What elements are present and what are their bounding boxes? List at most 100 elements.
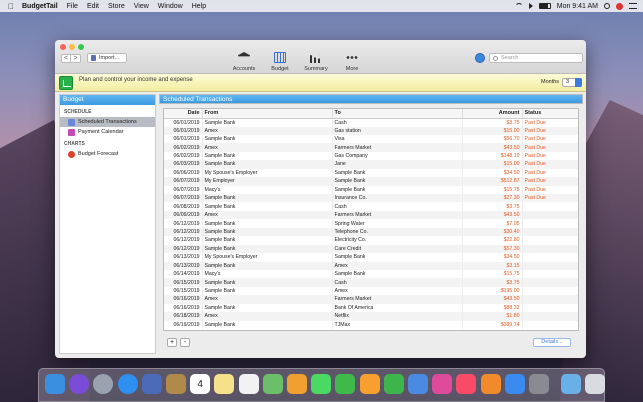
table-row[interactable]: 06/09/2019 Amex Farmers Market $43.50 (164, 210, 578, 220)
numbers-icon[interactable] (383, 374, 404, 394)
cell-from: Sample Bank (202, 244, 333, 254)
table-row[interactable]: 06/08/2019 Sample Bank Cash $3.75 (164, 202, 578, 211)
notebook-icon[interactable] (166, 374, 186, 394)
cell-date: 06/01/2019 (164, 134, 203, 144)
forward-button[interactable]: > (71, 54, 81, 63)
system-preferences-icon[interactable] (529, 374, 549, 394)
column-header-date[interactable]: Date (164, 109, 203, 119)
minimize-window-button[interactable] (69, 44, 75, 50)
table-actions: + - Details... (163, 336, 579, 350)
cell-to: Spring Water (332, 219, 463, 228)
siri-icon[interactable] (69, 374, 90, 394)
table-row[interactable]: 06/12/2019 Sample Bank Care Credit $57.30 (164, 244, 578, 254)
downloads-folder-icon[interactable] (561, 374, 582, 394)
column-header-from[interactable]: From (202, 109, 333, 119)
apple-menu-icon[interactable]:  (0, 2, 22, 11)
trash-icon[interactable] (585, 374, 606, 394)
details-button[interactable]: Details... (533, 338, 571, 347)
table-row[interactable]: 06/13/2019 Sample Bank Amex $3.15 (164, 261, 578, 270)
user-icon[interactable] (616, 2, 623, 10)
launchpad-icon[interactable] (93, 374, 114, 394)
table-row[interactable]: 06/13/2019 My Spouse's Employer Sample Ban… (164, 253, 578, 262)
cell-status: Past Due (522, 185, 578, 194)
maps-icon[interactable] (262, 374, 283, 394)
menu-window[interactable]: Window (158, 3, 183, 10)
photos-icon[interactable] (287, 374, 307, 394)
books-icon[interactable] (480, 374, 501, 394)
notes-icon[interactable] (214, 374, 235, 394)
zoom-window-button[interactable] (78, 44, 84, 50)
cell-from: My Spouse's Employer (202, 168, 333, 178)
toolbar-accounts[interactable]: Accounts (233, 52, 255, 72)
menu-app-name[interactable]: BudgetTail (22, 3, 58, 10)
calendar-icon[interactable]: 4 (190, 374, 211, 394)
pie-chart-icon (68, 150, 75, 158)
app-store-icon[interactable] (504, 374, 525, 394)
toolbar-summary[interactable]: Summary (304, 52, 328, 72)
cell-status (522, 312, 578, 321)
table-row[interactable]: 06/07/2019 Macy's Sample Bank $15.75 Past Du… (164, 185, 578, 194)
cell-from: Sample Bank (202, 286, 333, 296)
table-row[interactable]: 06/06/2019 My Spouse's Employer Sample Ban… (164, 168, 578, 178)
pages-icon[interactable] (359, 374, 380, 394)
toolbar-budget[interactable]: Budget (269, 52, 291, 72)
menu-store[interactable]: Store (108, 3, 125, 10)
sidebar-item-budget-forecast[interactable]: Budget Forecast (60, 149, 155, 159)
table-row[interactable]: 06/02/2019 Amex Farmers Market $43.50 Past D… (164, 143, 578, 152)
table-row[interactable]: 06/12/2019 Sample Bank Spring Water $7.05 (164, 219, 578, 228)
photo-slideshow-icon[interactable] (141, 374, 162, 394)
finder-icon[interactable] (45, 374, 65, 394)
wifi-icon[interactable] (514, 3, 523, 9)
sidebar-item-payment-calendar[interactable]: Payment Calendar (60, 127, 155, 137)
notification-center-icon[interactable] (629, 3, 637, 9)
table-row[interactable]: 06/12/2019 Sample Bank Telephone Co. $30.40 (164, 227, 578, 237)
sidebar-item-scheduled-transactions[interactable]: Scheduled Transactions (60, 117, 155, 127)
close-window-button[interactable] (60, 44, 66, 50)
menu-clock[interactable]: Mon 9:41 AM (557, 3, 598, 10)
table-row[interactable]: 06/15/2019 Sample Bank Amex $195.00 (164, 286, 578, 296)
table-row[interactable]: 06/01/2019 Sample Bank Visa $56.70 Past Due (164, 134, 578, 144)
table-row[interactable]: 06/07/2019 Sample Bank Insurance Co. $27.30… (164, 194, 578, 203)
column-header-amount[interactable]: Amount (462, 109, 523, 119)
facetime-icon[interactable] (335, 374, 356, 394)
column-header-status[interactable]: Status (522, 109, 578, 119)
import-button[interactable]: Import... (87, 53, 127, 63)
table-row[interactable]: 06/15/2019 Sample Bank Cash $3.75 (164, 278, 578, 287)
cell-status (522, 269, 578, 279)
search-input[interactable]: Search (489, 53, 583, 63)
table-row[interactable]: 06/16/2019 Amex Farmers Market $43.50 (164, 295, 578, 304)
add-button[interactable]: + (167, 338, 177, 347)
table-row[interactable]: 06/16/2019 Sample Bank Bank Of America $88.… (164, 303, 578, 313)
cell-from: Amex (202, 210, 333, 220)
column-header-to[interactable]: To (332, 109, 463, 119)
table-row[interactable]: 06/01/2019 Amex Gas station $15.00 Past Due (164, 126, 578, 135)
table-row[interactable]: 06/14/2019 Macy's Sample Bank $15.75 (164, 269, 578, 279)
table-row[interactable]: 06/01/2019 Sample Bank Cash $3.75 Past Due (164, 118, 578, 127)
safari-icon[interactable] (117, 374, 138, 394)
sync-icon[interactable] (475, 53, 485, 63)
toolbar-more[interactable]: More (341, 52, 363, 72)
remove-button[interactable]: - (180, 338, 190, 347)
menu-view[interactable]: View (134, 3, 149, 10)
cell-amount: $15.75 (462, 269, 523, 279)
table-row[interactable]: 06/12/2019 Sample Bank Electricity Co. $22.… (164, 236, 578, 245)
reminders-icon[interactable] (238, 374, 259, 394)
menu-help[interactable]: Help (192, 3, 206, 10)
cell-to: Insurance Co. (332, 194, 463, 203)
keynote-icon[interactable] (408, 374, 428, 394)
budgettail-icon[interactable] (432, 374, 453, 394)
table-row[interactable]: 06/02/2019 Sample Bank Gas Company $148.19 P… (164, 151, 578, 161)
battery-icon[interactable] (538, 3, 551, 9)
messages-icon[interactable] (311, 374, 332, 394)
menu-file[interactable]: File (67, 3, 78, 10)
table-row[interactable]: 06/07/2019 My Employer Sample Bank $512.87 P… (164, 177, 578, 186)
table-row[interactable]: 06/03/2019 Sample Bank Jane $15.00 Past Due (164, 160, 578, 169)
spotlight-icon[interactable] (604, 3, 610, 9)
months-select[interactable]: 3 (562, 78, 582, 87)
back-button[interactable]: < (61, 54, 71, 63)
volume-icon[interactable] (528, 3, 533, 9)
menu-edit[interactable]: Edit (87, 3, 99, 10)
music-icon[interactable] (456, 374, 477, 394)
table-row[interactable]: 06/18/2019 Amex Netflix $1.80 (164, 312, 578, 321)
table-row[interactable]: 06/19/2019 Sample Bank TJMax $389.74 (164, 320, 578, 329)
